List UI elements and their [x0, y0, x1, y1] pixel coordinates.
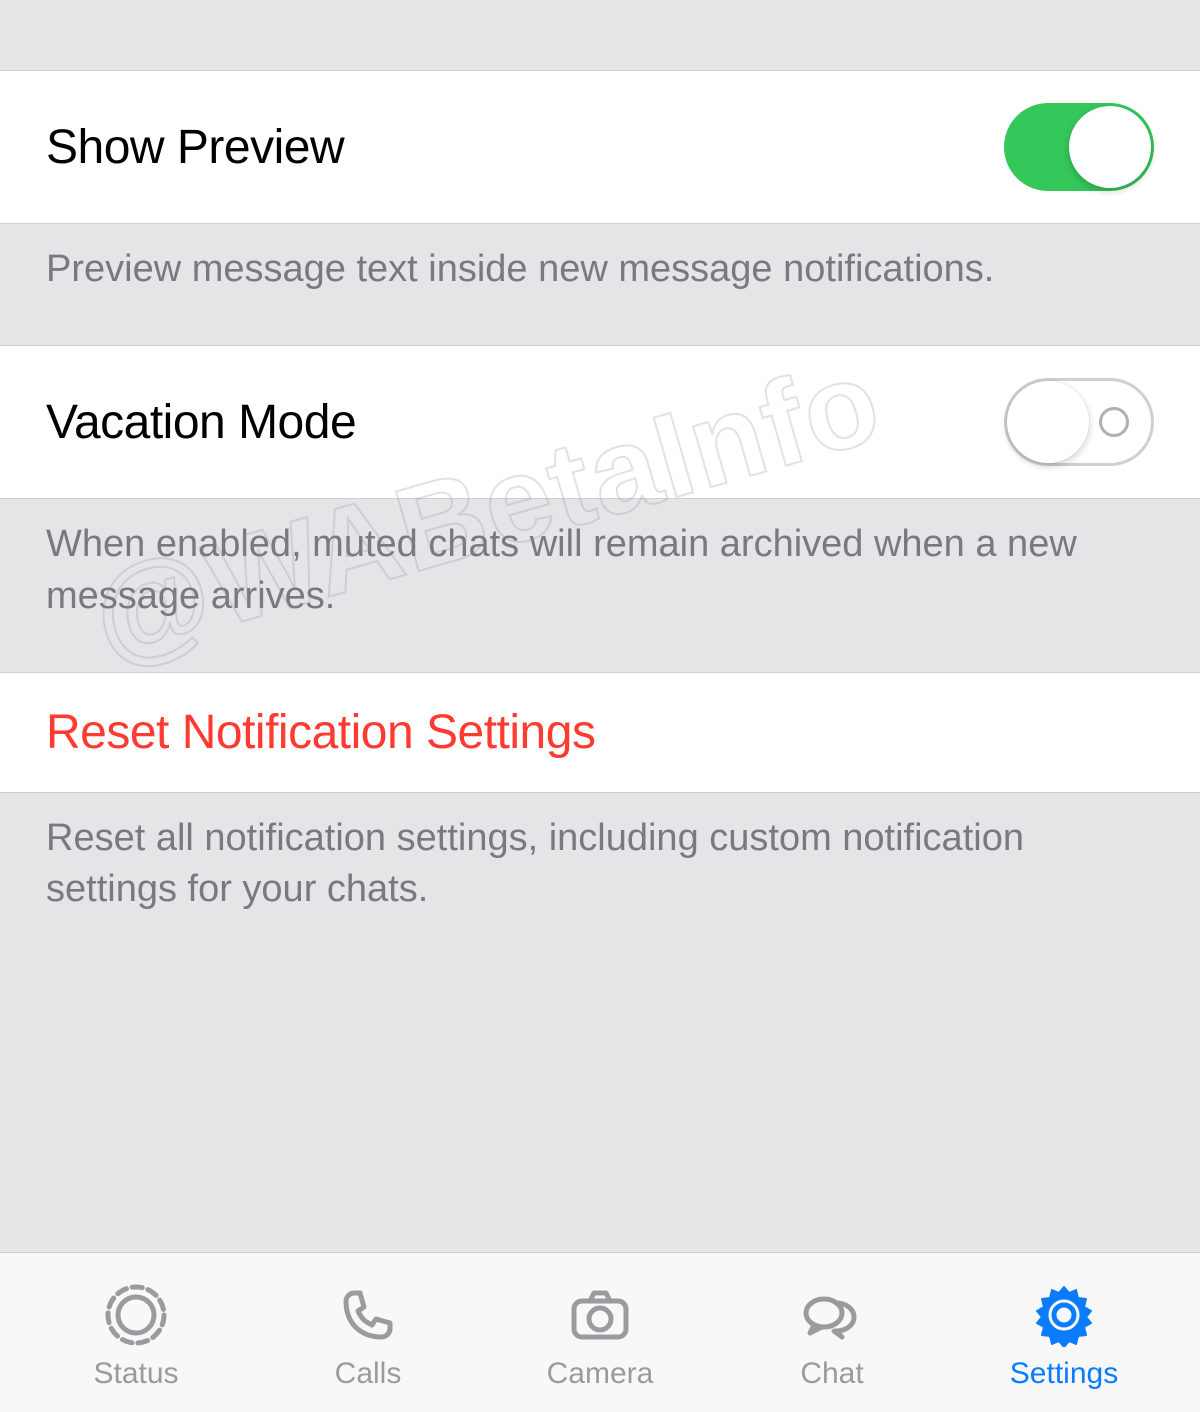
- tab-label: Camera: [547, 1357, 654, 1391]
- tab-label: Chat: [800, 1357, 863, 1391]
- show-preview-toggle[interactable]: [1004, 103, 1154, 191]
- settings-icon: [1028, 1279, 1100, 1351]
- tab-settings[interactable]: Settings: [948, 1279, 1180, 1391]
- vacation-mode-toggle[interactable]: [1004, 378, 1154, 466]
- chat-icon: [796, 1279, 868, 1351]
- tab-bar: Status Calls Camera Chat: [0, 1252, 1200, 1412]
- vacation-mode-row[interactable]: Vacation Mode: [0, 345, 1200, 499]
- tab-camera[interactable]: Camera: [484, 1279, 716, 1391]
- toggle-knob: [1069, 106, 1151, 188]
- tab-label: Calls: [335, 1357, 402, 1391]
- show-preview-row[interactable]: Show Preview: [0, 70, 1200, 224]
- reset-notification-row[interactable]: Reset Notification Settings: [0, 672, 1200, 793]
- phone-icon: [332, 1279, 404, 1351]
- toggle-knob: [1007, 381, 1089, 463]
- vacation-mode-label: Vacation Mode: [46, 395, 356, 450]
- tab-calls[interactable]: Calls: [252, 1279, 484, 1391]
- vacation-mode-footer: When enabled, muted chats will remain ar…: [0, 499, 1200, 672]
- settings-list: Show Preview Preview message text inside…: [0, 0, 1200, 965]
- camera-icon: [564, 1279, 636, 1351]
- show-preview-label: Show Preview: [46, 120, 344, 175]
- tab-label: Status: [93, 1357, 178, 1391]
- status-icon: [100, 1279, 172, 1351]
- show-preview-footer: Preview message text inside new message …: [0, 224, 1200, 345]
- reset-notification-footer: Reset all notification settings, includi…: [0, 793, 1200, 966]
- tab-status[interactable]: Status: [20, 1279, 252, 1391]
- reset-notification-label: Reset Notification Settings: [46, 705, 595, 760]
- tab-chat[interactable]: Chat: [716, 1279, 948, 1391]
- tab-label: Settings: [1010, 1357, 1118, 1391]
- section-spacer: [0, 0, 1200, 70]
